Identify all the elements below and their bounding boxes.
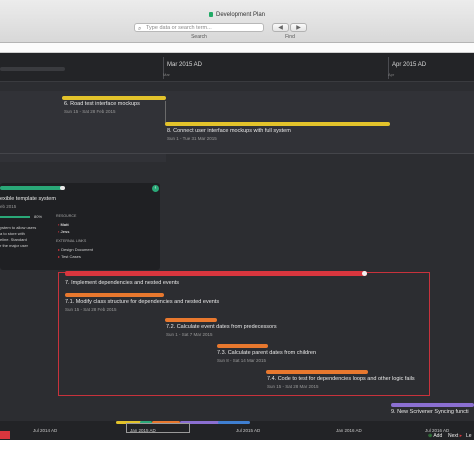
timeline-chart[interactable]: Mar 2015 AD Mar Apr 2015 AD Apr 6. Road … bbox=[0, 53, 474, 421]
task-bar-7-4[interactable] bbox=[266, 370, 368, 374]
find-label: Find bbox=[285, 34, 295, 40]
task-title-8: 8. Connect user interface mockups with f… bbox=[167, 128, 291, 134]
resource-item: ▪ Jess bbox=[58, 229, 69, 234]
task-title-7-1: 7.1. Modify class structure for dependen… bbox=[65, 299, 220, 305]
link-arrow-icon: ▸ bbox=[58, 247, 61, 252]
search-icon: ⌕ bbox=[138, 26, 142, 32]
month-label: Apr 2015 AD bbox=[392, 62, 427, 68]
task-title-9: 9. New Scrivener Syncing functi bbox=[391, 409, 469, 415]
resource-heading: RESOURCE bbox=[56, 214, 77, 218]
month-sub-label: Apr bbox=[388, 72, 395, 77]
window-toolbar: Development Plan ⌕ Type data or search t… bbox=[0, 0, 474, 43]
bottom-bar: ⊕ Add Next ▸ Le bbox=[0, 433, 474, 474]
popover-desc-line: eline. Standard bbox=[0, 237, 27, 242]
task-dates-7-3: Sun 8 - Sat 14 Mar 2015 bbox=[217, 358, 267, 363]
add-button[interactable]: ⊕ Add bbox=[428, 433, 442, 439]
popover-percent: 80% bbox=[34, 214, 43, 219]
resource-item: ▪ Matt bbox=[58, 222, 69, 227]
header-scroll-track bbox=[0, 67, 65, 71]
task-dates-7-2: Sun 1 - Sat 7 Mar 2015 bbox=[166, 332, 213, 337]
window-title-text: Development Plan bbox=[215, 12, 266, 19]
overview-label: Jan 2015 AD bbox=[130, 428, 156, 433]
search-label: Search bbox=[191, 34, 207, 40]
task-bar-7-2[interactable] bbox=[165, 318, 217, 322]
link-text: Design Document bbox=[61, 247, 93, 252]
cut-off-button[interactable]: Le bbox=[466, 433, 472, 439]
task-bar-8[interactable] bbox=[165, 122, 390, 126]
overview-label: Jul 2015 AD bbox=[236, 428, 261, 433]
popover-collapse-icon[interactable]: ‹ bbox=[152, 185, 159, 192]
external-link[interactable]: ▸ Design Document bbox=[58, 247, 93, 252]
add-icon: ⊕ bbox=[428, 433, 433, 439]
popover-desc-line: r the major user bbox=[0, 243, 29, 248]
timeline-overview[interactable]: Jul 2014 AD Jan 2015 AD Jul 2015 AD Jan … bbox=[0, 421, 474, 440]
link-text: Test Cases bbox=[61, 254, 81, 259]
resource-name: Matt bbox=[60, 222, 69, 227]
next-button[interactable]: Next ▸ bbox=[448, 433, 462, 439]
overview-mark bbox=[218, 421, 250, 424]
external-link[interactable]: ▸ Test Cases bbox=[58, 254, 81, 259]
overview-label: Jul 2014 AD bbox=[33, 428, 58, 433]
add-label: Add bbox=[433, 433, 443, 439]
task-detail-popover: ‹ exible template system eb 2015 80% yst… bbox=[0, 183, 160, 270]
lane-strip bbox=[0, 154, 166, 162]
task-dates-7-4: Sun 15 - Sat 28 Mar 2015 bbox=[267, 384, 319, 389]
task-dates-7-1: Sun 15 - Sat 28 Feb 2015 bbox=[65, 307, 117, 312]
popover-title: exible template system bbox=[0, 196, 56, 202]
task-title-7-2: 7.2. Calculate event dates from predeces… bbox=[166, 324, 277, 330]
toolbar-subbar bbox=[0, 43, 474, 53]
resource-bullet-icon: ▪ bbox=[58, 229, 60, 234]
forward-button[interactable]: ▶ bbox=[290, 23, 307, 32]
task-dates-6: Sun 15 - Sat 28 Feb 2015 bbox=[64, 109, 116, 114]
task-bar-6[interactable] bbox=[62, 96, 166, 100]
task-bar-7-handle[interactable] bbox=[362, 271, 367, 276]
document-icon bbox=[208, 12, 213, 17]
dependency-line bbox=[165, 101, 166, 123]
task-bar-7-3[interactable] bbox=[217, 344, 268, 348]
popover-desc-line: ystem to allow users bbox=[0, 225, 37, 230]
search-placeholder: Type data or search term... bbox=[146, 25, 212, 31]
links-heading: EXTERNAL LINKS bbox=[56, 239, 87, 243]
popover-progress-bar bbox=[0, 186, 62, 190]
overview-label: Jan 2016 AD bbox=[336, 428, 362, 433]
back-button[interactable]: ◀ bbox=[272, 23, 289, 32]
popover-desc-line: a to store with bbox=[0, 231, 25, 236]
link-arrow-icon: ▸ bbox=[58, 254, 61, 259]
resource-bullet-icon: ▪ bbox=[58, 222, 60, 227]
task-title-7: 7. Implement dependencies and nested eve… bbox=[65, 280, 180, 286]
task-title-7-3: 7.3. Calculate parent dates from childre… bbox=[217, 350, 317, 356]
cut-off-label: Le bbox=[466, 433, 472, 439]
task-dates-8: Sun 1 - Tue 31 Mar 2015 bbox=[167, 136, 217, 141]
task-bar-9[interactable] bbox=[391, 403, 474, 407]
next-label: Next bbox=[448, 433, 459, 439]
task-bar-7[interactable] bbox=[65, 271, 367, 276]
task-title-6: 6. Road test interface mockups bbox=[64, 101, 140, 107]
back-arrow-icon: ◀ bbox=[278, 25, 283, 31]
month-sub-label: Mar bbox=[163, 72, 170, 77]
search-field[interactable]: ⌕ Type data or search term... bbox=[134, 23, 264, 32]
timeline-header: Mar 2015 AD Mar Apr 2015 AD Apr bbox=[0, 53, 474, 82]
popover-bar-handle[interactable] bbox=[60, 186, 65, 190]
task-title-7-4: 7.4. Code to test for dependencies loops… bbox=[267, 376, 415, 382]
window-title: Development Plan bbox=[0, 12, 474, 18]
task-bar-7-1[interactable] bbox=[65, 293, 164, 297]
popover-date: eb 2015 bbox=[0, 204, 17, 209]
overview-left-marker[interactable] bbox=[0, 431, 10, 439]
popover-percent-bar bbox=[0, 216, 30, 218]
month-label: Mar 2015 AD bbox=[167, 62, 203, 68]
next-icon: ▸ bbox=[459, 433, 463, 439]
resource-name: Jess bbox=[60, 229, 70, 234]
forward-arrow-icon: ▶ bbox=[296, 25, 301, 31]
